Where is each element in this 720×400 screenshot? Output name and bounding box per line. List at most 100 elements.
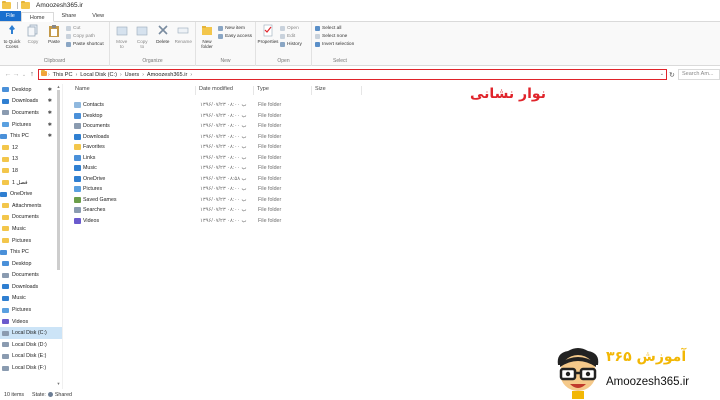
- pin-icon: ✱: [47, 109, 52, 116]
- sidebar-item[interactable]: Local Disk (D:): [0, 339, 62, 351]
- sidebar-item[interactable]: Music: [0, 223, 62, 235]
- pin-icon: ✱: [47, 133, 52, 140]
- quick-folder-icon[interactable]: [21, 1, 30, 9]
- sidebar-item[interactable]: Pictures: [0, 235, 62, 247]
- paste-shortcut-button[interactable]: Paste shortcut: [66, 41, 104, 47]
- select-group: Select all Select none Invert selection …: [312, 22, 368, 66]
- sidebar-item[interactable]: فصل 1: [0, 177, 62, 189]
- sidebar-item[interactable]: Attachments: [0, 200, 62, 212]
- brand-name-en: Amoozesh365.ir: [606, 376, 690, 388]
- sidebar-item[interactable]: Videos: [0, 316, 62, 328]
- folder-icon: [74, 123, 81, 129]
- select-none-button[interactable]: Select none: [315, 33, 354, 39]
- sidebar-item[interactable]: Local Disk (C:): [0, 327, 62, 340]
- file-row[interactable]: Downloads ۱۳۹۶/۰۷/۲۳ ب ۰۸:۰۰ File folder: [68, 132, 368, 143]
- cut-button[interactable]: Cut: [66, 25, 104, 31]
- file-row[interactable]: Saved Games ۱۳۹۶/۰۷/۲۳ ب ۰۸:۰۰ File folder: [68, 195, 368, 206]
- sidebar-item[interactable]: Pictures: [0, 304, 62, 316]
- sidebar-item[interactable]: Downloads: [0, 281, 62, 293]
- column-date-modified[interactable]: Date modified: [196, 86, 254, 95]
- history-button[interactable]: History: [280, 41, 302, 47]
- pin-icon: ✱: [47, 121, 52, 128]
- sidebar-item[interactable]: 12: [0, 142, 62, 154]
- sidebar-item[interactable]: Music: [0, 293, 62, 305]
- new-item-button[interactable]: New item: [218, 25, 252, 31]
- sidebar-item-icon: [2, 110, 9, 116]
- sidebar-item-icon: [0, 249, 7, 255]
- sidebar-item[interactable]: Local Disk (F:): [0, 362, 62, 374]
- refresh-icon[interactable]: ↻: [669, 71, 675, 79]
- file-row[interactable]: Links ۱۳۹۶/۰۷/۲۳ ب ۰۸:۰۰ File folder: [68, 153, 368, 164]
- file-date-modified: ۱۳۹۶/۰۷/۲۳ ب ۰۸:۰۰: [200, 196, 247, 203]
- file-row[interactable]: Desktop ۱۳۹۶/۰۷/۲۳ ب ۰۸:۰۰ File folder: [68, 111, 368, 122]
- breadcrumb-this-pc[interactable]: This PC: [53, 72, 73, 78]
- sidebar-item[interactable]: 13: [0, 154, 62, 166]
- edit-button[interactable]: Edit: [280, 33, 302, 39]
- sidebar-item-label: 12: [12, 144, 18, 151]
- breadcrumb-chevron-icon: ›: [119, 71, 122, 78]
- file-row[interactable]: Contacts ۱۳۹۶/۰۷/۲۳ ب ۰۸:۰۰ File folder: [68, 100, 368, 111]
- recent-chevron-icon[interactable]: ⌄: [20, 72, 28, 78]
- invert-selection-button[interactable]: Invert selection: [315, 41, 354, 47]
- sidebar-item[interactable]: This PC ✱: [0, 130, 62, 142]
- file-date-modified: ۱۳۹۶/۰۷/۲۳ ب ۰۸:۰۰: [200, 207, 247, 213]
- breadcrumb-local-disk[interactable]: Local Disk (C:): [80, 72, 117, 78]
- select-all-button[interactable]: Select all: [315, 25, 354, 31]
- sidebar-item[interactable]: Pictures ✱: [0, 119, 62, 131]
- scrollbar-thumb[interactable]: [57, 90, 60, 270]
- tab-file[interactable]: File: [0, 11, 21, 21]
- tab-view[interactable]: View: [84, 11, 112, 21]
- address-bar[interactable]: › This PC › Local Disk (C:) › Users › Am…: [38, 69, 667, 80]
- sidebar-item[interactable]: Documents: [0, 212, 62, 224]
- file-row[interactable]: Favorites ۱۳۹۶/۰۷/۲۳ ب ۰۸:۰۰ File folder: [68, 142, 368, 153]
- sidebar-item[interactable]: Downloads ✱: [0, 96, 62, 108]
- breadcrumb-current-folder[interactable]: Amoozesh365.ir: [147, 72, 187, 78]
- sidebar-item[interactable]: Local Disk (E:): [0, 351, 62, 363]
- sidebar-item[interactable]: Desktop: [0, 258, 62, 270]
- brand-name-fa: آموزش ۳۶۵: [606, 349, 687, 365]
- clipboard-group-label: Clipboard: [43, 58, 66, 64]
- back-arrow-icon[interactable]: ←: [4, 71, 12, 78]
- sidebar-item[interactable]: OneDrive: [0, 188, 62, 200]
- column-name[interactable]: Name: [72, 86, 196, 95]
- scroll-up-icon[interactable]: ▲: [56, 84, 61, 89]
- ribbon-tabs: File Home Share View: [0, 11, 720, 22]
- sidebar-item[interactable]: Documents ✱: [0, 107, 62, 119]
- file-row[interactable]: Videos ۱۳۹۶/۰۷/۲۳ ب ۰۸:۰۰ File folder: [68, 216, 368, 227]
- address-dropdown-icon[interactable]: ⌄: [660, 71, 664, 77]
- state-value: Shared: [54, 391, 72, 398]
- sidebar-item-icon: [2, 226, 9, 232]
- breadcrumb-chevron-icon: ›: [48, 71, 50, 78]
- file-type: File folder: [258, 165, 282, 171]
- sidebar-item-icon: [2, 98, 9, 104]
- sidebar-item[interactable]: Documents: [0, 270, 62, 282]
- sidebar-item[interactable]: 18: [0, 165, 62, 177]
- scroll-down-icon[interactable]: ▼: [56, 381, 61, 386]
- navigation-scrollbar[interactable]: ▲ ▼: [56, 84, 61, 386]
- file-date-modified: ۱۳۹۶/۰۷/۲۳ ب ۰۸:۰۰: [200, 186, 247, 192]
- edit-icon: [280, 33, 285, 39]
- forward-arrow-icon[interactable]: →: [12, 71, 20, 78]
- search-input[interactable]: Search Am...: [678, 69, 720, 80]
- easy-access-button[interactable]: Easy access: [218, 33, 252, 39]
- column-type[interactable]: Type: [254, 86, 312, 95]
- open-button[interactable]: Open: [280, 25, 302, 31]
- file-row[interactable]: Searches ۱۳۹۶/۰۷/۲۳ ب ۰۸:۰۰ File folder: [68, 205, 368, 216]
- folder-icon: [74, 102, 81, 108]
- sidebar-item[interactable]: This PC: [0, 246, 62, 258]
- copy-path-button[interactable]: Copy path: [66, 33, 104, 39]
- file-row[interactable]: Pictures ۱۳۹۶/۰۷/۲۳ ب ۰۸:۰۰ File folder: [68, 184, 368, 195]
- file-row[interactable]: Documents ۱۳۹۶/۰۷/۲۳ ب ۰۸:۰۰ File folder: [68, 121, 368, 132]
- breadcrumb-users[interactable]: Users: [125, 72, 140, 78]
- sidebar-item[interactable]: Desktop ✱: [0, 84, 62, 96]
- tab-home[interactable]: Home: [20, 12, 54, 22]
- file-name: OneDrive: [83, 175, 106, 182]
- file-date-modified: ۱۳۹۶/۰۷/۲۳ ب ۰۸:۰۰: [200, 144, 247, 150]
- file-name: Links: [83, 154, 96, 161]
- file-row[interactable]: OneDrive ۱۳۹۶/۰۷/۲۳ ب ۰۸:۵۸ File folder: [68, 174, 368, 185]
- tab-share[interactable]: Share: [54, 11, 85, 21]
- copy-to-label: Copy to: [136, 39, 148, 49]
- file-row[interactable]: Music ۱۳۹۶/۰۷/۲۳ ب ۰۸:۰۰ File folder: [68, 163, 368, 174]
- up-arrow-icon[interactable]: ↑: [28, 71, 36, 78]
- column-size[interactable]: Size: [312, 86, 362, 95]
